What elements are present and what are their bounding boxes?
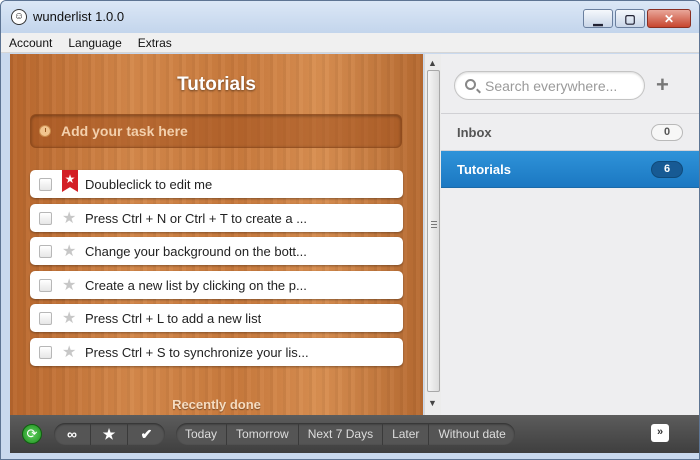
- add-task-field[interactable]: Add your task here: [30, 114, 402, 148]
- filter-next-7-days[interactable]: Next 7 Days: [299, 423, 384, 445]
- maximize-icon: ▢: [624, 11, 636, 26]
- count-badge: 0: [651, 124, 683, 141]
- task-checkbox[interactable]: [39, 178, 52, 191]
- task-checkbox[interactable]: [39, 345, 52, 359]
- clock-icon: [39, 125, 51, 137]
- filter-tomorrow[interactable]: Tomorrow: [227, 423, 299, 445]
- vertical-scrollbar[interactable]: ▲ ▼: [424, 54, 441, 415]
- task-panel: Tutorials Add your task here ★ Doublecli…: [10, 54, 423, 415]
- date-filters: Today Tomorrow Next 7 Days Later Without…: [176, 423, 515, 445]
- check-icon[interactable]: ✔: [128, 423, 165, 445]
- app-icon: ☺: [11, 9, 27, 25]
- scroll-up-arrow-icon[interactable]: ▲: [428, 58, 437, 68]
- view-icons: ∞ ★ ✔: [54, 423, 165, 445]
- star-icon[interactable]: ★: [62, 342, 76, 362]
- infinity-icon[interactable]: ∞: [54, 423, 91, 445]
- task-text[interactable]: Doubleclick to edit me: [85, 177, 212, 192]
- list-title: Tutorials: [177, 74, 256, 95]
- filter-without-date[interactable]: Without date: [429, 423, 514, 445]
- expand-icon[interactable]: »: [651, 424, 669, 442]
- bottom-toolbar: ⟳ ∞ ★ ✔ Today Tomorrow Next 7 Days Later…: [10, 415, 699, 453]
- task-text[interactable]: Press Ctrl + N or Ctrl + T to create a .…: [85, 211, 307, 226]
- menu-extras[interactable]: Extras: [138, 36, 172, 50]
- list-name: Tutorials: [457, 162, 511, 177]
- starred-flag-icon[interactable]: ★: [62, 170, 78, 192]
- close-icon: ✕: [663, 11, 675, 26]
- search-box[interactable]: [454, 71, 645, 100]
- search-input[interactable]: [485, 78, 635, 94]
- count-badge: 6: [651, 161, 683, 178]
- task-list: ★ Doubleclick to edit me ★ Press Ctrl + …: [30, 170, 403, 372]
- task-text[interactable]: Change your background on the bott...: [85, 244, 307, 259]
- star-icon[interactable]: ★: [62, 241, 76, 261]
- task-text[interactable]: Press Ctrl + S to synchronize your lis..…: [85, 345, 309, 360]
- task-item[interactable]: ★ Doubleclick to edit me: [30, 170, 403, 198]
- sidebar-item-tutorials[interactable]: Tutorials 6: [441, 151, 699, 188]
- filter-today[interactable]: Today: [176, 423, 228, 445]
- list-menu: Inbox 0 Tutorials 6: [441, 113, 699, 188]
- sidebar-item-inbox[interactable]: Inbox 0: [441, 114, 699, 151]
- task-text[interactable]: Create a new list by clicking on the p..…: [85, 278, 307, 293]
- maximize-button[interactable]: ▢: [615, 9, 645, 28]
- star-icon[interactable]: ★: [91, 423, 128, 445]
- scroll-thumb[interactable]: [427, 70, 440, 392]
- task-checkbox[interactable]: [39, 245, 52, 259]
- menu-language[interactable]: Language: [68, 36, 121, 50]
- star-icon[interactable]: ★: [62, 208, 76, 228]
- close-button[interactable]: ✕: [647, 9, 691, 28]
- task-item[interactable]: ★ Press Ctrl + L to add a new list: [30, 304, 403, 333]
- search-icon: [465, 79, 476, 90]
- filter-later[interactable]: Later: [383, 423, 430, 445]
- menu-account[interactable]: Account: [9, 36, 52, 50]
- app-window: ☺ wunderlist 1.0.0 ▁ ▢ ✕ Account Languag…: [0, 0, 700, 460]
- star-icon[interactable]: ★: [62, 308, 76, 328]
- grip-icon: [431, 221, 437, 222]
- star-icon[interactable]: ★: [62, 275, 76, 295]
- title-bar: ☺ wunderlist 1.0.0 ▁ ▢ ✕: [1, 1, 699, 33]
- menu-bar: Account Language Extras: [1, 33, 699, 53]
- task-checkbox[interactable]: [39, 211, 52, 225]
- minimize-button[interactable]: ▁: [583, 9, 613, 28]
- task-item[interactable]: ★ Change your background on the bott...: [30, 237, 403, 266]
- recently-done-label[interactable]: Recently done: [10, 397, 423, 412]
- scroll-down-arrow-icon[interactable]: ▼: [428, 398, 437, 408]
- sync-icon[interactable]: ⟳: [22, 424, 42, 444]
- plus-icon[interactable]: +: [656, 72, 669, 98]
- task-text[interactable]: Press Ctrl + L to add a new list: [85, 311, 261, 326]
- window-title: wunderlist 1.0.0: [33, 9, 125, 24]
- task-checkbox[interactable]: [39, 278, 52, 292]
- minimize-icon: ▁: [593, 11, 603, 26]
- sidebar: + Inbox 0 Tutorials 6: [441, 54, 699, 415]
- window-controls: ▁ ▢ ✕: [583, 9, 691, 28]
- task-item[interactable]: ★ Press Ctrl + S to synchronize your lis…: [30, 337, 403, 366]
- task-item[interactable]: ★ Press Ctrl + N or Ctrl + T to create a…: [30, 203, 403, 232]
- task-checkbox[interactable]: [39, 312, 52, 326]
- list-name: Inbox: [457, 125, 492, 140]
- task-item[interactable]: ★ Create a new list by clicking on the p…: [30, 270, 403, 299]
- add-task-placeholder[interactable]: Add your task here: [61, 123, 188, 139]
